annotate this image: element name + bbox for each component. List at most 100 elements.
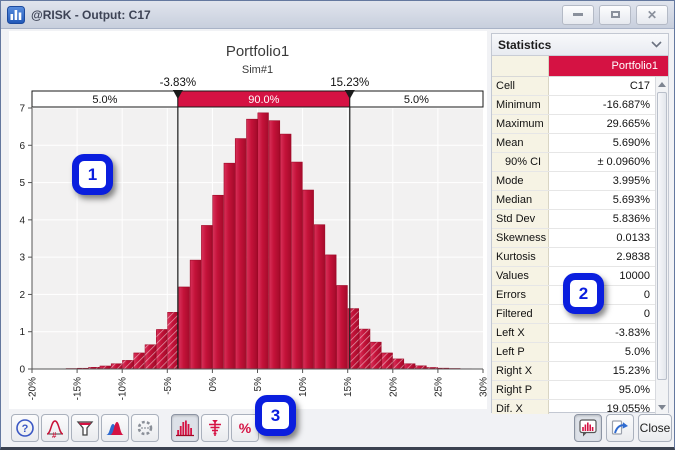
graph-settings-button[interactable] (131, 414, 159, 442)
edit-export-icon (609, 417, 631, 439)
svg-text:-5%: -5% (163, 377, 174, 395)
svg-text:2: 2 (19, 290, 25, 301)
distribution-markers-icon: # (44, 417, 66, 439)
svg-text:?: ? (22, 423, 29, 435)
svg-text:5: 5 (19, 178, 25, 189)
stats-row: Median5.693% (492, 191, 668, 210)
help-icon: ? (14, 417, 36, 439)
stats-row-value: 5.693% (549, 191, 668, 209)
svg-text:6: 6 (19, 141, 25, 152)
callout-badge-1: 1 (72, 154, 113, 195)
stats-row: Mode3.995% (492, 172, 668, 191)
histogram-type-button[interactable] (171, 414, 199, 442)
stats-row-value: 19.055% (549, 400, 668, 414)
svg-text:0%: 0% (208, 377, 219, 392)
stats-row-value: 95.0% (549, 381, 668, 399)
maximize-icon (611, 11, 620, 18)
stats-row-value: 2.9838 (549, 248, 668, 266)
close-window-button[interactable]: ✕ (636, 5, 668, 25)
left-delimiter-label: -3.83% (160, 77, 196, 89)
stats-row-label: Median (492, 191, 549, 209)
right-delimiter-label: 15.23% (330, 77, 369, 89)
svg-text:25%: 25% (433, 377, 444, 397)
stats-row: Right X15.23% (492, 362, 668, 381)
stats-row-value: -16.687% (549, 96, 668, 114)
stats-row: CellC17 (492, 77, 668, 96)
maximize-button[interactable] (599, 5, 631, 25)
svg-text:90.0%: 90.0% (248, 94, 279, 106)
stats-row: Right P95.0% (492, 381, 668, 400)
statistics-header-label: Statistics (498, 38, 551, 52)
help-button[interactable]: ? (11, 414, 39, 442)
scrollbar-down-arrow[interactable] (656, 400, 668, 414)
graph-callout-button[interactable] (574, 414, 602, 442)
stats-row-label: 90% CI (492, 153, 549, 171)
stats-row-label: Cell (492, 77, 549, 95)
stats-row-value: 5.836% (549, 210, 668, 228)
stats-row-value: 5.0% (549, 343, 668, 361)
window-title: @RISK - Output: C17 (31, 8, 557, 22)
svg-text:5.0%: 5.0% (92, 94, 117, 106)
stats-row-value: 15.23% (549, 362, 668, 380)
statistics-panel: Statistics Portfolio1 CellC17Minimum-16.… (491, 33, 669, 413)
close-icon: ✕ (647, 9, 657, 21)
stats-table: CellC17Minimum-16.687%Maximum29.665%Mean… (492, 77, 668, 414)
delimiters-icon (204, 417, 226, 439)
scrollbar-up-arrow[interactable] (656, 77, 668, 91)
close-button[interactable]: Close (638, 414, 672, 442)
svg-text:%: % (239, 420, 252, 436)
minimize-button[interactable] (562, 5, 594, 25)
titlebar[interactable]: @RISK - Output: C17 ✕ (1, 1, 674, 29)
svg-text:5%: 5% (253, 377, 264, 392)
stats-row-value: 5.690% (549, 134, 668, 152)
stats-row-label: Right X (492, 362, 549, 380)
stats-row-label: Filtered (492, 305, 549, 323)
settings-gear-icon (134, 417, 156, 439)
risk-output-window: @RISK - Output: C17 ✕ Portfolio1Sim#1-3.… (0, 0, 675, 450)
stats-scrollbar[interactable] (655, 77, 668, 414)
svg-text:-15%: -15% (73, 377, 84, 400)
chevron-down-icon[interactable] (651, 41, 662, 48)
stats-row-label: Maximum (492, 115, 549, 133)
stats-row-label: Left X (492, 324, 549, 342)
statistics-header[interactable]: Statistics (492, 34, 668, 56)
overlay-curves-icon (104, 417, 126, 439)
stats-row-value: 29.665% (549, 115, 668, 133)
stats-output-column-header: Portfolio1 (549, 56, 668, 76)
svg-text:20%: 20% (388, 377, 399, 397)
svg-text:1: 1 (19, 327, 25, 338)
histogram-type-icon (174, 417, 196, 439)
scrollbar-thumb[interactable] (657, 92, 667, 380)
stats-row-label: Skewness (492, 229, 549, 247)
stats-row-label: Values (492, 267, 549, 285)
chart-title: Portfolio1 (226, 43, 289, 60)
graph-callout-icon (577, 417, 599, 439)
stats-row-label: Mean (492, 134, 549, 152)
filter-icon (74, 417, 96, 439)
chart-panel[interactable]: Portfolio1Sim#1-3.83%15.23%5.0%90.0%5.0%… (9, 31, 487, 409)
svg-text:15%: 15% (343, 377, 354, 397)
callout-badge-2: 2 (563, 273, 604, 314)
svg-text:10%: 10% (298, 377, 309, 397)
distribution-chart[interactable]: Portfolio1Sim#1-3.83%15.23%5.0%90.0%5.0%… (9, 31, 487, 409)
overlay-button[interactable] (101, 414, 129, 442)
minimize-icon (573, 13, 583, 16)
stats-row: Std Dev5.836% (492, 210, 668, 229)
callout-badge-3: 3 (255, 395, 296, 436)
stats-row-label: Errors (492, 286, 549, 304)
stats-row: Left P5.0% (492, 343, 668, 362)
filter-button[interactable] (71, 414, 99, 442)
percent-markers-icon: % (234, 417, 256, 439)
app-icon (7, 6, 25, 24)
stats-row-label: Kurtosis (492, 248, 549, 266)
stats-row-value: 0.0133 (549, 229, 668, 247)
stats-row-value: -3.83% (549, 324, 668, 342)
stats-row-label: Std Dev (492, 210, 549, 228)
markers-button[interactable]: # (41, 414, 69, 442)
stats-row: Maximum29.665% (492, 115, 668, 134)
stats-row-value: ± 0.0960% (549, 153, 668, 171)
delimiters-button[interactable] (201, 414, 229, 442)
edit-export-button[interactable] (606, 414, 634, 442)
svg-text:30%: 30% (479, 377, 488, 397)
svg-text:5.0%: 5.0% (404, 94, 429, 106)
